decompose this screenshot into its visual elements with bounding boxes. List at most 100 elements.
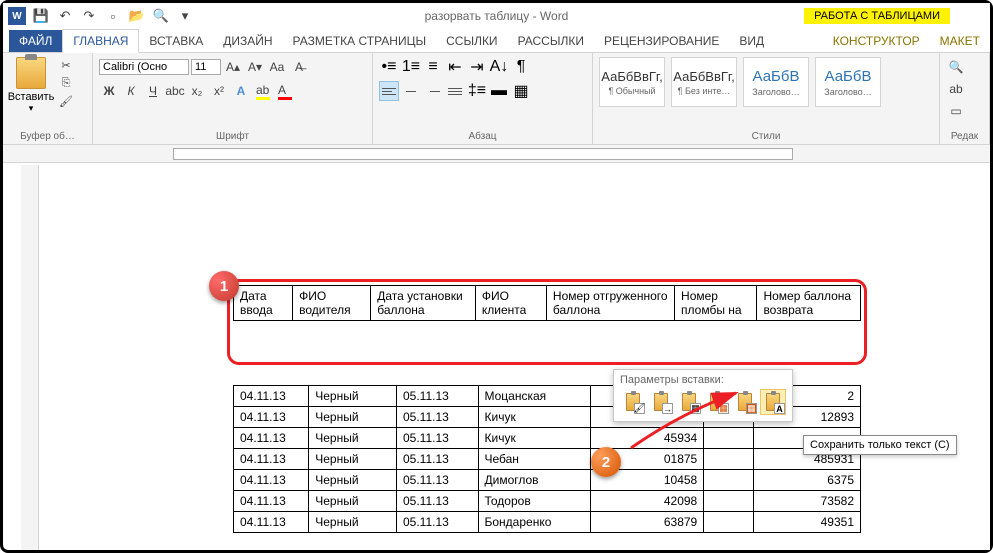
table-cell[interactable]: Черный — [309, 449, 397, 470]
borders-icon[interactable]: ▦ — [511, 81, 531, 101]
tab-mailings[interactable]: РАССЫЛКИ — [508, 30, 594, 52]
table-cell[interactable]: 05.11.13 — [397, 449, 479, 470]
table-row[interactable]: 04.11.13Черный05.11.13Чебан01875485931 — [234, 449, 861, 470]
numbering-icon[interactable]: 1≡ — [401, 57, 421, 77]
table-cell[interactable]: Черный — [309, 428, 397, 449]
tab-file[interactable]: ФАЙЛ — [9, 30, 62, 52]
tab-table-design[interactable]: КОНСТРУКТОР — [823, 30, 930, 52]
style-option[interactable]: АаБбВвГг,¶ Обычный — [599, 57, 665, 107]
subscript-button[interactable]: x₂ — [187, 81, 207, 101]
bold-button[interactable]: Ж — [99, 81, 119, 101]
table-row[interactable]: 04.11.13Черный05.11.13Бондаренко63879 493… — [234, 512, 861, 533]
table-cell[interactable]: 63879 — [591, 512, 704, 533]
select-icon[interactable]: ▭ — [946, 101, 966, 121]
decrease-indent-icon[interactable]: ⇤ — [445, 57, 465, 77]
qat-dropdown-icon[interactable]: ▾ — [175, 6, 195, 26]
table-row[interactable]: 04.11.13Черный05.11.13Тодоров42098 73582 — [234, 491, 861, 512]
table-cell[interactable]: 05.11.13 — [397, 386, 479, 407]
print-preview-icon[interactable]: 🔍 — [151, 6, 171, 26]
table-cell[interactable]: 04.11.13 — [234, 449, 309, 470]
paste-nest-table-button[interactable]: ▦ — [676, 389, 702, 415]
table-cell[interactable]: 04.11.13 — [234, 491, 309, 512]
table-cell[interactable]: 04.11.13 — [234, 407, 309, 428]
table-cell[interactable]: 73582 — [754, 491, 861, 512]
table-cell[interactable]: Димоглов — [478, 470, 591, 491]
highlight-color-icon[interactable]: ab — [253, 81, 273, 101]
font-size-select[interactable] — [191, 59, 221, 75]
table-row[interactable]: 04.11.13Черный05.11.13Димоглов104586375 — [234, 470, 861, 491]
table-cell[interactable]: Черный — [309, 386, 397, 407]
cut-icon[interactable]: ✂ — [57, 57, 75, 73]
paste-text-only-button[interactable]: A — [760, 389, 786, 415]
change-case-icon[interactable]: Aa — [267, 57, 287, 77]
align-right-button[interactable] — [423, 81, 443, 101]
text-effects-icon[interactable]: A — [231, 81, 251, 101]
table-cell[interactable]: Моцанская — [478, 386, 591, 407]
table-cell[interactable]: Черный — [309, 407, 397, 428]
grow-font-icon[interactable]: A▴ — [223, 57, 243, 77]
show-marks-icon[interactable]: ¶ — [511, 57, 531, 77]
font-color-icon[interactable]: A — [275, 81, 295, 101]
table-row[interactable]: 04.11.13Черный05.11.13Кичук45934 — [234, 428, 861, 449]
style-option[interactable]: АаБбВЗаголово… — [743, 57, 809, 107]
paste-merge-formatting-button[interactable]: → — [648, 389, 674, 415]
table-cell[interactable]: Черный — [309, 512, 397, 533]
table-cell[interactable]: 04.11.13 — [234, 428, 309, 449]
line-spacing-icon[interactable]: ‡≡ — [467, 81, 487, 101]
table-cell[interactable] — [704, 491, 754, 512]
find-icon[interactable]: 🔍 — [946, 57, 966, 77]
table-cell[interactable]: Бондаренко — [478, 512, 591, 533]
replace-icon[interactable]: ab — [946, 79, 966, 99]
paste-overwrite-cells-button[interactable]: ▦ — [732, 389, 758, 415]
tab-table-layout[interactable]: МАКЕТ — [930, 30, 990, 52]
table-cell[interactable]: Чебан — [478, 449, 591, 470]
table-cell[interactable]: 49351 — [754, 512, 861, 533]
bullets-icon[interactable]: •≡ — [379, 57, 399, 77]
undo-icon[interactable]: ↶ — [55, 6, 75, 26]
style-option[interactable]: АаБбВЗаголово… — [815, 57, 881, 107]
underline-button[interactable]: Ч — [143, 81, 163, 101]
tab-design[interactable]: ДИЗАЙН — [213, 30, 282, 52]
table-cell[interactable]: 04.11.13 — [234, 470, 309, 491]
tab-home[interactable]: ГЛАВНАЯ — [62, 29, 139, 53]
table-cell[interactable]: Тодоров — [478, 491, 591, 512]
table-cell[interactable]: Черный — [309, 470, 397, 491]
table-cell[interactable]: Черный — [309, 491, 397, 512]
table-cell[interactable] — [704, 470, 754, 491]
style-option[interactable]: АаБбВвГг,¶ Без инте… — [671, 57, 737, 107]
paste-keep-source-button[interactable]: 🖌 — [620, 389, 646, 415]
clear-formatting-icon[interactable]: A̶ — [289, 57, 309, 77]
open-icon[interactable]: 📂 — [127, 6, 147, 26]
format-painter-icon[interactable]: 🖌 — [57, 93, 75, 109]
tab-review[interactable]: РЕЦЕНЗИРОВАНИЕ — [594, 30, 729, 52]
sort-icon[interactable]: A↓ — [489, 57, 509, 77]
table-cell[interactable] — [704, 428, 754, 449]
tab-references[interactable]: ССЫЛКИ — [436, 30, 507, 52]
shrink-font-icon[interactable]: A▾ — [245, 57, 265, 77]
table-cell[interactable] — [704, 449, 754, 470]
italic-button[interactable]: К — [121, 81, 141, 101]
align-center-button[interactable] — [401, 81, 421, 101]
table-cell[interactable]: Кичук — [478, 407, 591, 428]
vertical-ruler[interactable] — [21, 165, 39, 550]
horizontal-ruler[interactable] — [3, 145, 990, 163]
paste-button[interactable]: Вставить ▾ — [9, 57, 53, 114]
tab-view[interactable]: ВИД — [729, 30, 774, 52]
increase-indent-icon[interactable]: ⇥ — [467, 57, 487, 77]
table-cell[interactable]: 05.11.13 — [397, 407, 479, 428]
new-icon[interactable]: ▫ — [103, 6, 123, 26]
table-cell[interactable]: Кичук — [478, 428, 591, 449]
paste-insert-new-rows-button[interactable]: ▦ — [704, 389, 730, 415]
table-cell[interactable]: 05.11.13 — [397, 470, 479, 491]
multilevel-icon[interactable]: ≡ — [423, 57, 443, 77]
table-cell[interactable]: 05.11.13 — [397, 512, 479, 533]
document-area[interactable]: 1 Дата вводаФИО водителяДата установки б… — [43, 165, 990, 550]
shading-icon[interactable]: ▬ — [489, 81, 509, 101]
table-cell[interactable]: 04.11.13 — [234, 512, 309, 533]
table-cell[interactable]: 42098 — [591, 491, 704, 512]
copy-icon[interactable]: ⎘ — [57, 75, 75, 91]
align-left-button[interactable] — [379, 81, 399, 101]
table-cell[interactable] — [704, 512, 754, 533]
table-cell[interactable]: 05.11.13 — [397, 428, 479, 449]
table-cell[interactable]: 05.11.13 — [397, 491, 479, 512]
